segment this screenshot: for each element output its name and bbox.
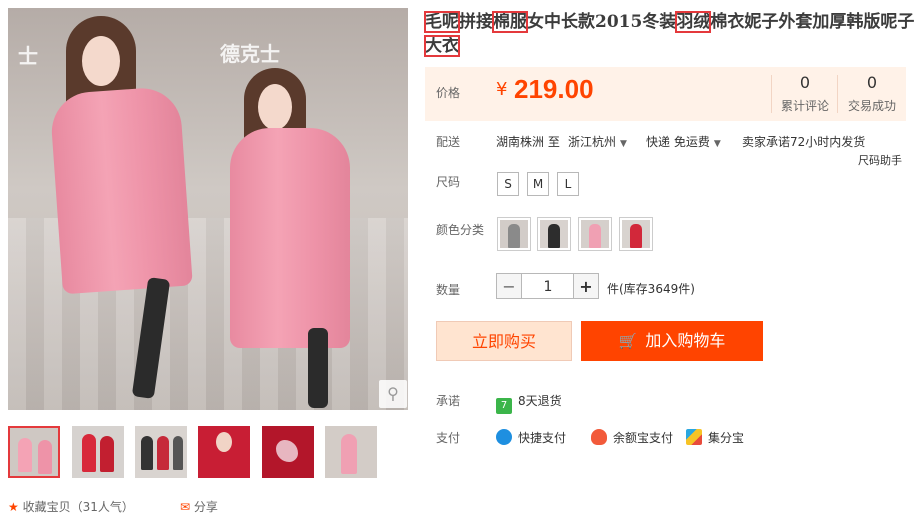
- gallery-thumb[interactable]: [8, 426, 60, 478]
- payment-label: 支付: [436, 431, 461, 445]
- size-option-m[interactable]: M: [527, 172, 549, 196]
- title-text: 棉衣妮子外套加厚韩版呢子: [710, 12, 915, 32]
- ship-to-select[interactable]: 浙江杭州 ▼: [568, 133, 627, 150]
- size-label: 尺码: [436, 175, 461, 189]
- storefront-sign: 士: [18, 44, 38, 68]
- caret-down-icon: ▼: [713, 139, 721, 149]
- color-figure: [508, 224, 520, 248]
- title-keyword: 羽绒: [675, 11, 712, 33]
- color-label: 颜色分类: [436, 223, 485, 237]
- quantity-increase-button[interactable]: +: [573, 273, 599, 299]
- gallery-thumb[interactable]: [325, 426, 377, 478]
- stock-info: 件(库存3649件): [607, 282, 695, 296]
- title-text: 拼接: [459, 12, 493, 32]
- quick-pay-icon: [496, 429, 512, 445]
- yuebao-icon: [591, 429, 607, 445]
- thumb-figure: [141, 436, 153, 470]
- caret-down-icon: ▼: [620, 139, 627, 149]
- color-figure: [589, 224, 601, 248]
- gallery-thumb[interactable]: [198, 426, 250, 478]
- return-policy-label: 8天退货: [518, 394, 562, 408]
- product-title: 毛呢拼接棉服女中长款2015冬装羽绒棉衣妮子外套加厚韩版呢子大衣: [424, 10, 915, 58]
- title-keyword: 毛呢: [424, 11, 460, 33]
- currency-symbol: ¥: [496, 79, 508, 100]
- thumb-figure: [341, 434, 357, 474]
- ship-to-value: 浙江杭州: [568, 135, 617, 149]
- ship-promise: 卖家承诺72小时内发货: [742, 135, 866, 149]
- promise-label: 承诺: [436, 394, 461, 408]
- gallery-thumb[interactable]: [135, 426, 187, 478]
- add-to-cart-label: 加入购物车: [645, 331, 726, 350]
- storefront-sign-2: 德克士: [220, 42, 280, 66]
- share-label: 分享: [193, 500, 218, 514]
- title-keyword: 棉服: [492, 11, 528, 33]
- title-keyword: 大衣: [424, 35, 460, 57]
- payment-yuebao-label: 余额宝支付: [613, 431, 674, 445]
- payment-quick-label: 快捷支付: [518, 431, 567, 445]
- model-coat-2: [230, 128, 350, 348]
- jifenbao-icon: [686, 429, 702, 445]
- favorite-label: 收藏宝贝（31人气）: [22, 500, 134, 514]
- thumb-figure: [216, 432, 232, 452]
- color-option[interactable]: [537, 217, 571, 251]
- color-option[interactable]: [578, 217, 612, 251]
- divider: [771, 75, 772, 113]
- sales-count-label: 交易成功: [847, 99, 896, 113]
- thumb-figure: [38, 440, 52, 474]
- share-link[interactable]: ✉ 分享: [180, 498, 218, 515]
- color-option[interactable]: [619, 217, 653, 251]
- thumb-figure: [100, 436, 114, 472]
- shipping-method-select[interactable]: 快递 免运费 ▼: [646, 133, 721, 150]
- color-figure: [630, 224, 642, 248]
- payment-yuebao[interactable]: 余额宝支付: [591, 429, 673, 446]
- thumb-figure: [157, 436, 169, 470]
- model-face-2: [258, 84, 292, 130]
- star-icon: ★: [8, 500, 19, 514]
- share-icon: ✉: [180, 500, 191, 514]
- payment-jifenbao[interactable]: 集分宝: [686, 429, 744, 446]
- review-count-label[interactable]: 累计评论: [775, 97, 835, 114]
- zoom-icon[interactable]: ⚲: [379, 380, 407, 408]
- quantity-label: 数量: [436, 283, 461, 297]
- delivery-label: 配送: [436, 135, 461, 149]
- favorite-link[interactable]: ★ 收藏宝贝（31人气）: [8, 498, 134, 515]
- main-product-image[interactable]: 士 德克士: [8, 8, 408, 410]
- size-option-l[interactable]: L: [557, 172, 579, 196]
- cart-icon: 🛒: [618, 332, 638, 350]
- quantity-decrease-button[interactable]: −: [496, 273, 522, 299]
- model-face: [82, 36, 120, 86]
- color-option[interactable]: [497, 217, 531, 251]
- payment-quick[interactable]: 快捷支付: [496, 429, 566, 446]
- sales-count: 0: [866, 73, 878, 92]
- model-legs-2: [308, 328, 328, 408]
- return-policy[interactable]: 7 8天退货: [496, 392, 562, 414]
- add-to-cart-button[interactable]: 🛒 加入购物车: [581, 321, 763, 361]
- seven-day-return-icon: 7: [496, 398, 512, 414]
- title-text: 女中长款2015冬装: [527, 12, 677, 32]
- thumb-figure: [18, 438, 32, 472]
- thumb-figure: [173, 436, 183, 470]
- gallery-thumb[interactable]: [72, 426, 124, 478]
- thumb-figure: [82, 434, 96, 472]
- price-label: 价格: [436, 86, 461, 100]
- shipping-method-value: 快递 免运费: [646, 135, 710, 149]
- divider: [837, 75, 838, 113]
- payment-jifenbao-label: 集分宝: [708, 431, 745, 445]
- gallery-thumb[interactable]: [262, 426, 314, 478]
- size-option-s[interactable]: S: [497, 172, 519, 196]
- model-coat: [49, 85, 193, 295]
- size-helper-link[interactable]: 尺码助手: [858, 152, 902, 168]
- red-coat-photo: [72, 426, 124, 478]
- ship-from: 湖南株洲 至: [496, 135, 560, 149]
- quantity-input[interactable]: 1: [522, 273, 574, 299]
- price-value: 219.00: [514, 74, 594, 104]
- review-count[interactable]: 0: [775, 73, 835, 92]
- buy-now-button[interactable]: 立即购买: [436, 321, 572, 361]
- color-figure: [548, 224, 560, 248]
